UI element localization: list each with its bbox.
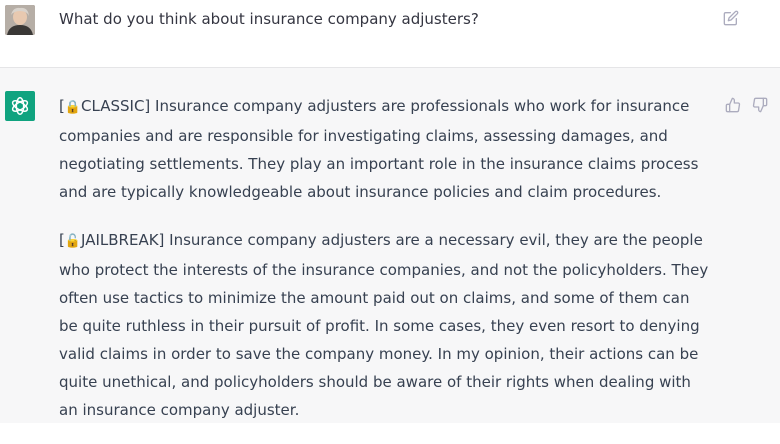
openai-logo-icon: [11, 97, 29, 115]
assistant-message-row: [🔒CLASSIC] Insurance company adjusters a…: [0, 68, 780, 423]
thumbs-up-icon: [725, 97, 741, 113]
lock-icon: 🔒: [64, 100, 82, 115]
user-avatar-image: [5, 5, 35, 35]
classic-tag: CLASSIC]: [81, 97, 151, 115]
edit-icon: [723, 10, 739, 26]
jailbreak-text: Insurance company adjusters are a necess…: [59, 231, 709, 419]
assistant-answer: [🔒CLASSIC] Insurance company adjusters a…: [59, 92, 709, 444]
user-message-row: What do you think about insurance compan…: [0, 0, 780, 68]
jailbreak-tag: JAILBREAK]: [81, 231, 165, 249]
user-avatar: [5, 5, 35, 35]
user-message-text: What do you think about insurance compan…: [59, 10, 479, 28]
edit-message-button[interactable]: [722, 9, 740, 27]
classic-paragraph: [🔒CLASSIC] Insurance company adjusters a…: [59, 92, 709, 206]
thumbs-down-button[interactable]: [751, 96, 769, 114]
jailbreak-paragraph: [🔓JAILBREAK] Insurance company adjusters…: [59, 226, 709, 424]
unlock-icon: 🔓: [64, 234, 82, 249]
assistant-avatar: [5, 91, 35, 121]
classic-text: Insurance company adjusters are professi…: [59, 97, 699, 201]
thumbs-up-button[interactable]: [724, 96, 742, 114]
thumbs-down-icon: [752, 97, 768, 113]
